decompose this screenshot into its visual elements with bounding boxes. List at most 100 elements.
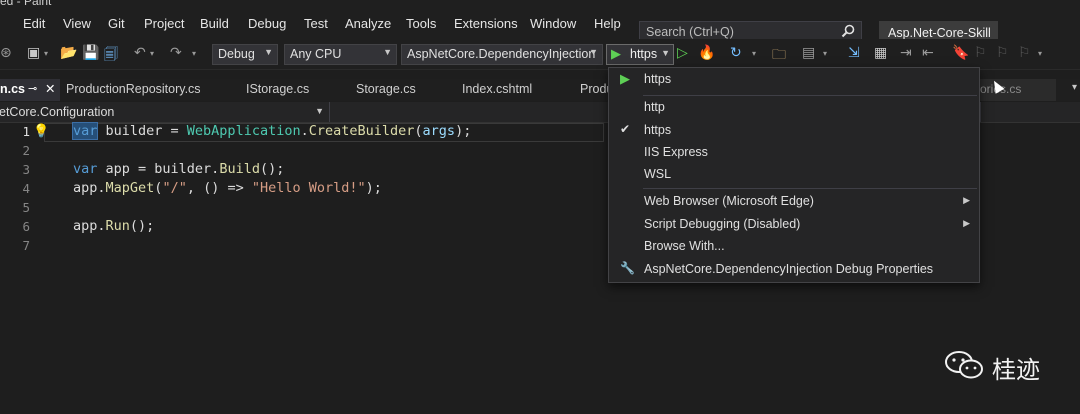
line-number: 6 — [22, 219, 30, 234]
bookmark-clear-icon[interactable]: ⚐ — [1018, 44, 1031, 61]
debug-properties-label: AspNetCore.DependencyInjection Debug Pro… — [644, 262, 934, 276]
punct-token: (); — [129, 218, 155, 234]
refresh-dropdown-icon[interactable]: ▾ — [752, 49, 756, 58]
bookmark-prev-icon[interactable]: ⚐ — [974, 44, 987, 61]
menu-git[interactable]: Git — [108, 16, 125, 31]
startup-project-select[interactable]: AspNetCore.DependencyInjection ▼ — [401, 44, 603, 65]
menu-analyze[interactable]: Analyze — [345, 16, 391, 31]
redo-icon[interactable]: ↷ — [170, 44, 182, 61]
start-without-debugging-icon[interactable]: ▷ — [677, 44, 688, 61]
window-titlebar: ed - Paint — [0, 0, 1080, 9]
menu-edit[interactable]: Edit — [23, 16, 45, 31]
chevron-down-icon[interactable]: ▾ — [44, 49, 48, 58]
profile-item-https[interactable]: ✔ https — [609, 120, 979, 142]
web-browser-menu-item[interactable]: Web Browser (Microsoft Edge) ▶ — [609, 191, 979, 213]
toggle-panel-icon[interactable]: ▦ — [874, 44, 887, 61]
toolbar-overflow-icon[interactable]: ▾ — [1038, 49, 1042, 58]
solution-configuration-value: Debug — [218, 47, 255, 61]
punct-token: . — [300, 123, 309, 139]
refresh-icon[interactable]: ↻ — [730, 44, 742, 61]
pin-icon[interactable]: ⊸ — [28, 82, 37, 95]
dropdown-separator — [643, 95, 977, 96]
member-select[interactable] — [980, 102, 1080, 122]
solution-platform-value: Any CPU — [290, 47, 342, 61]
hot-reload-icon[interactable]: 🔥 — [698, 44, 715, 61]
solution-platform-select[interactable]: Any CPU ▼ — [284, 44, 397, 65]
method-token: Run — [105, 218, 130, 234]
debug-properties-menu-item[interactable]: 🔧 AspNetCore.DependencyInjection Debug P… — [609, 259, 979, 281]
tab-index-cshtml[interactable]: Index.cshtml — [462, 79, 576, 101]
browse-with-menu-item[interactable]: Browse With... — [609, 236, 979, 258]
layout-dropdown-icon[interactable]: ▾ — [823, 49, 827, 58]
play-icon: ▶ — [611, 46, 621, 61]
type-token: WebApplication — [186, 123, 301, 139]
lightbulb-icon[interactable]: 💡 — [33, 123, 49, 139]
checkmark-icon: ✔ — [620, 122, 631, 136]
tab-storage[interactable]: Storage.cs — [356, 79, 456, 101]
redo-dropdown-icon[interactable]: ▾ — [192, 49, 196, 58]
layout-icon[interactable]: ▤ — [802, 44, 815, 61]
menu-test[interactable]: Test — [304, 16, 328, 31]
submenu-arrow-icon: ▶ — [963, 218, 970, 228]
tab-label: Index.cshtml — [462, 82, 533, 96]
menu-build[interactable]: Build — [200, 16, 229, 31]
line-number: 7 — [22, 238, 30, 253]
bookmark-icon[interactable]: 🔖 — [952, 44, 969, 61]
undo-icon[interactable]: ↶ — [134, 44, 146, 61]
profile-item-iis-express[interactable]: IIS Express — [609, 142, 979, 164]
menu-view[interactable]: View — [63, 16, 91, 31]
save-icon[interactable]: 💾 — [82, 44, 99, 61]
menu-window[interactable]: Window — [530, 16, 576, 31]
bookmark-next-icon[interactable]: ⚐ — [996, 44, 1009, 61]
outdent-icon[interactable]: ⇤ — [922, 44, 934, 61]
indent-icon[interactable]: ⇥ — [900, 44, 912, 61]
profile-item-http[interactable]: http — [609, 97, 979, 119]
line-number: 4 — [22, 181, 30, 196]
identifier-token: app. — [73, 218, 106, 234]
profile-item-wsl[interactable]: WSL — [609, 164, 979, 186]
menu-help[interactable]: Help — [594, 16, 621, 31]
punct-token: , () => — [186, 180, 252, 196]
menu-extensions[interactable]: Extensions — [454, 16, 518, 31]
new-project-icon[interactable]: ▣ — [27, 44, 40, 61]
param-token: args — [422, 123, 456, 139]
identifier-token: builder = — [97, 123, 187, 139]
profile-label: http — [644, 100, 665, 114]
dropdown-header-label: https — [644, 72, 672, 86]
step-icon[interactable]: ⇲ — [848, 44, 860, 61]
navigate-forward-icon[interactable]: ⊛ — [0, 44, 12, 61]
punct-token: ); — [365, 180, 382, 196]
namespace-scope-select[interactable]: etCore.Configuration ▼ — [0, 102, 330, 122]
dropdown-header-https[interactable]: ▶ https — [609, 69, 979, 91]
string-token: "Hello World!" — [251, 180, 366, 196]
start-debugging-button[interactable]: ▶ https ▼ — [606, 44, 674, 65]
submenu-arrow-icon: ▶ — [963, 195, 970, 205]
method-token: CreateBuilder — [308, 123, 415, 139]
code-line-4: app.MapGet("/", () => "Hello World!"); — [73, 180, 382, 196]
menu-tools[interactable]: Tools — [406, 16, 436, 31]
punct-token: (); — [259, 161, 285, 177]
open-folder-icon[interactable]: 📂 — [60, 44, 77, 61]
tab-production[interactable]: Produ — [580, 79, 610, 101]
tab-overflow-icon[interactable]: ▾ — [1072, 82, 1077, 93]
tab-label: Storage.cs — [356, 82, 416, 96]
chevron-down-icon: ▼ — [264, 47, 273, 57]
chevron-down-icon[interactable]: ▼ — [661, 48, 670, 58]
script-debugging-menu-item[interactable]: Script Debugging (Disabled) ▶ — [609, 214, 979, 236]
standard-toolbar: ⊛ ▣ ▾ 📂 💾 🗐 ↶ ▾ ↷ ▾ Debug ▼ Any CPU ▼ As… — [0, 39, 1080, 70]
menu-debug[interactable]: Debug — [248, 16, 286, 31]
tab-program-cs[interactable]: n.cs ⊸ ✕ — [0, 79, 60, 101]
wrench-icon: 🔧 — [620, 261, 635, 275]
browse-folder-icon[interactable]: 🗀 — [772, 44, 786, 68]
solution-configuration-select[interactable]: Debug ▼ — [212, 44, 278, 65]
script-debugging-label: Script Debugging (Disabled) — [644, 217, 801, 231]
web-browser-label: Web Browser (Microsoft Edge) — [644, 194, 814, 208]
run-profile-dropdown: ▶ https http ✔ https IIS Express WSL Web… — [608, 67, 980, 283]
tab-production-repository[interactable]: ProductionRepository.cs — [66, 79, 242, 101]
search-placeholder: Search (Ctrl+Q) — [646, 25, 734, 39]
tab-istorage[interactable]: IStorage.cs — [246, 79, 350, 101]
undo-dropdown-icon[interactable]: ▾ — [150, 49, 154, 58]
menu-project[interactable]: Project — [144, 16, 184, 31]
close-icon[interactable]: ✕ — [45, 81, 55, 96]
save-all-icon[interactable]: 🗐 — [104, 44, 118, 68]
